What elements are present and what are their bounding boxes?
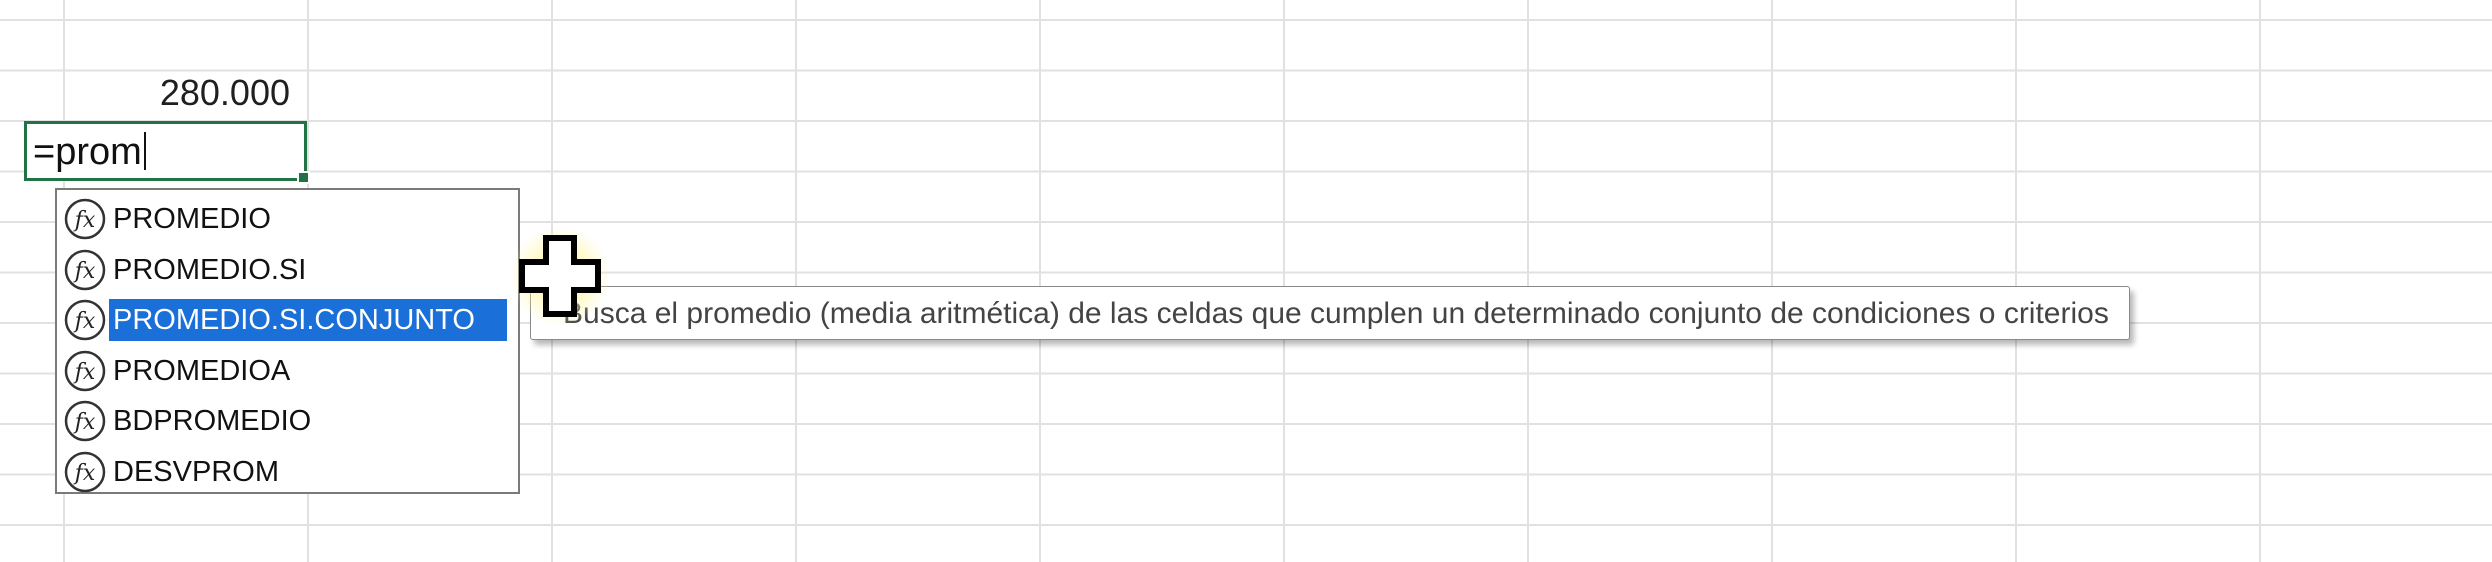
autocomplete-item-label: PROMEDIO.SI (113, 253, 307, 286)
autocomplete-item-label: BDPROMEDIO (113, 405, 312, 438)
autocomplete-item-label: PROMEDIO (113, 203, 271, 236)
cell-value-above[interactable]: 280.000 (66, 68, 290, 118)
svg-text:fx: fx (73, 309, 96, 334)
svg-text:fx: fx (73, 208, 96, 233)
text-caret (143, 132, 146, 170)
svg-text:fx: fx (73, 410, 96, 435)
autocomplete-item-promedioa[interactable]: fx PROMEDIOA (57, 346, 518, 397)
formula-input[interactable]: =prom (33, 128, 146, 176)
autocomplete-item-bdpromedio[interactable]: fx BDPROMEDIO (57, 396, 518, 447)
svg-text:fx: fx (73, 360, 96, 385)
active-cell[interactable]: =prom (24, 121, 310, 184)
function-fx-icon: fx (64, 350, 106, 391)
autocomplete-item-desvprom[interactable]: fx DESVPROM (57, 447, 518, 498)
function-fx-icon: fx (64, 300, 106, 341)
svg-text:fx: fx (73, 461, 96, 486)
autocomplete-item-promedio-si-conjunto[interactable]: fx PROMEDIO.SI.CONJUNTO (57, 295, 518, 346)
autocomplete-item-promedio-si[interactable]: fx PROMEDIO.SI (57, 245, 518, 296)
formula-text: =prom (33, 131, 142, 173)
svg-text:fx: fx (73, 259, 96, 284)
function-fx-icon: fx (64, 249, 106, 290)
function-fx-icon: fx (64, 451, 106, 492)
autocomplete-item-label: PROMEDIO.SI.CONJUNTO (109, 299, 507, 342)
function-description-tooltip: Busca el promedio (media aritmética) de … (530, 286, 2130, 340)
autocomplete-item-label: PROMEDIOA (113, 354, 291, 387)
autocomplete-item-promedio[interactable]: fx PROMEDIO (57, 194, 518, 245)
autocomplete-item-label: DESVPROM (113, 455, 279, 488)
fill-handle[interactable] (297, 171, 310, 184)
function-fx-icon: fx (64, 401, 106, 442)
function-autocomplete-list[interactable]: fx PROMEDIO fx PROMEDIO.SI fx PROMEDIO.S… (55, 188, 520, 494)
function-fx-icon: fx (64, 199, 106, 240)
